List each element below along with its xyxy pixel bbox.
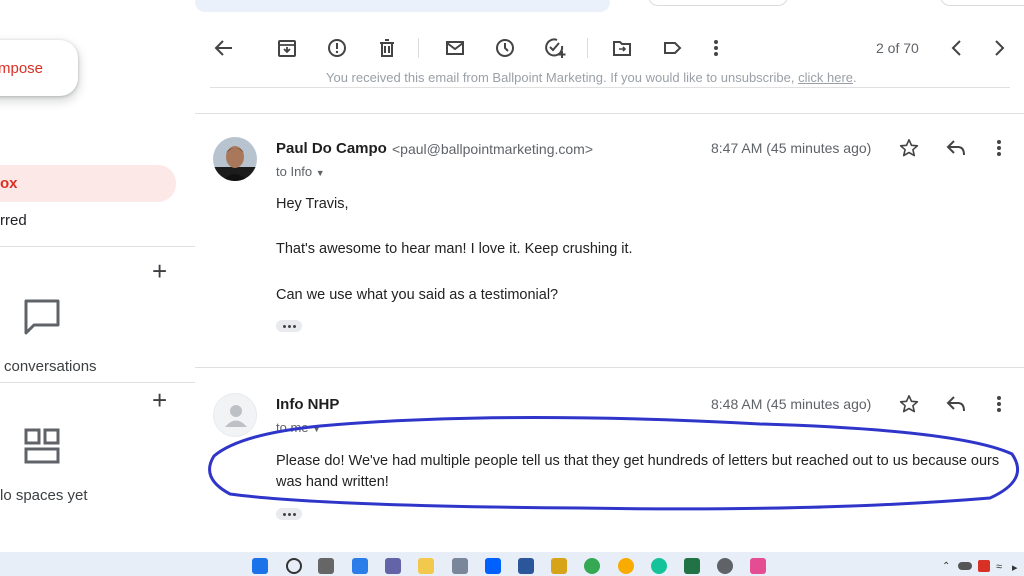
more-vert-icon[interactable] [704, 36, 728, 60]
reply-icon[interactable] [946, 139, 966, 162]
settings-gear-icon[interactable] [717, 558, 733, 574]
conversations-caption: conversations [4, 358, 97, 375]
sender-name: Info NHP [276, 396, 340, 413]
older-chevron-right-icon[interactable] [988, 36, 1012, 60]
annotation-ellipse [208, 415, 1020, 511]
add-chat-plus-icon[interactable]: + [152, 258, 167, 284]
back-arrow-icon[interactable] [212, 36, 236, 60]
tray-app-icon[interactable] [978, 560, 990, 572]
dropbox-icon[interactable] [485, 558, 501, 574]
taskbar [0, 552, 1024, 576]
move-to-folder-icon[interactable] [610, 36, 634, 60]
report-spam-icon[interactable] [325, 36, 349, 60]
mark-unread-icon[interactable] [443, 36, 467, 60]
message-divider [195, 113, 1024, 114]
tray-chevron-icon[interactable]: ⌃ [942, 561, 950, 572]
app-icon[interactable] [551, 558, 567, 574]
archive-icon[interactable] [275, 36, 299, 60]
chat-bubble-icon [22, 297, 62, 342]
spaces-grid-icon [24, 428, 60, 469]
status-pill[interactable] [648, 0, 788, 6]
message-body-line: Can we use what you said as a testimonia… [276, 287, 559, 303]
search-bar[interactable] [195, 0, 610, 12]
teams-icon[interactable] [385, 558, 401, 574]
show-trimmed-button[interactable] [276, 320, 302, 332]
onedrive-icon[interactable] [958, 562, 972, 570]
sidebar-item-starred[interactable]: rred [0, 203, 176, 237]
volume-icon[interactable]: ▸ [1012, 561, 1018, 574]
unsubscribe-link[interactable]: click here [798, 70, 853, 85]
recipient-line[interactable]: to Info ▼ [276, 164, 325, 179]
wifi-icon[interactable]: ≈ [996, 561, 1002, 573]
sender-email: <paul@ballpointmarketing.com> [392, 141, 593, 157]
sidebar-item-inbox[interactable]: ox [0, 165, 176, 202]
sender-name: Paul Do Campo [276, 140, 387, 157]
star-icon[interactable] [899, 138, 919, 163]
label-icon[interactable] [660, 36, 684, 60]
sidebar-divider [0, 246, 195, 247]
unsubscribe-notice: You received this email from Ballpoint M… [326, 70, 857, 85]
message-time: 8:48 AM (45 minutes ago) [711, 396, 872, 412]
grammarly-icon[interactable] [651, 558, 667, 574]
excel-icon[interactable] [684, 558, 700, 574]
sidebar-divider [0, 382, 195, 383]
chrome-icon[interactable] [584, 558, 600, 574]
details-dropdown-icon[interactable]: ▼ [316, 168, 325, 178]
message-divider [195, 367, 1024, 368]
app-icon[interactable] [618, 558, 634, 574]
file-explorer-icon[interactable] [418, 558, 434, 574]
toolbar-separator [587, 38, 588, 58]
app-icon[interactable] [750, 558, 766, 574]
toolbar-separator [418, 38, 419, 58]
start-icon[interactable] [252, 558, 268, 574]
message-time: 8:47 AM (45 minutes ago) [711, 140, 872, 156]
delete-icon[interactable] [375, 36, 399, 60]
widgets-icon[interactable] [352, 558, 368, 574]
task-view-icon[interactable] [318, 558, 334, 574]
pager-count: 2 of 70 [876, 40, 919, 56]
message-body-line: That's awesome to hear man! I love it. K… [276, 241, 633, 257]
avatar [213, 137, 257, 181]
word-icon[interactable] [518, 558, 534, 574]
message-body-line: Hey Travis, [276, 196, 349, 212]
add-space-plus-icon[interactable]: + [152, 387, 167, 413]
spaces-caption: lo spaces yet [0, 487, 88, 504]
snooze-clock-icon[interactable] [493, 36, 517, 60]
compose-button[interactable]: mpose [0, 40, 78, 96]
message-more-icon[interactable] [996, 139, 1002, 162]
add-task-icon[interactable] [543, 36, 567, 60]
message-divider [210, 87, 1010, 88]
newer-chevron-left-icon[interactable] [944, 36, 968, 60]
account-pill[interactable] [940, 0, 1024, 6]
calculator-icon[interactable] [452, 558, 468, 574]
search-icon[interactable] [286, 558, 302, 574]
